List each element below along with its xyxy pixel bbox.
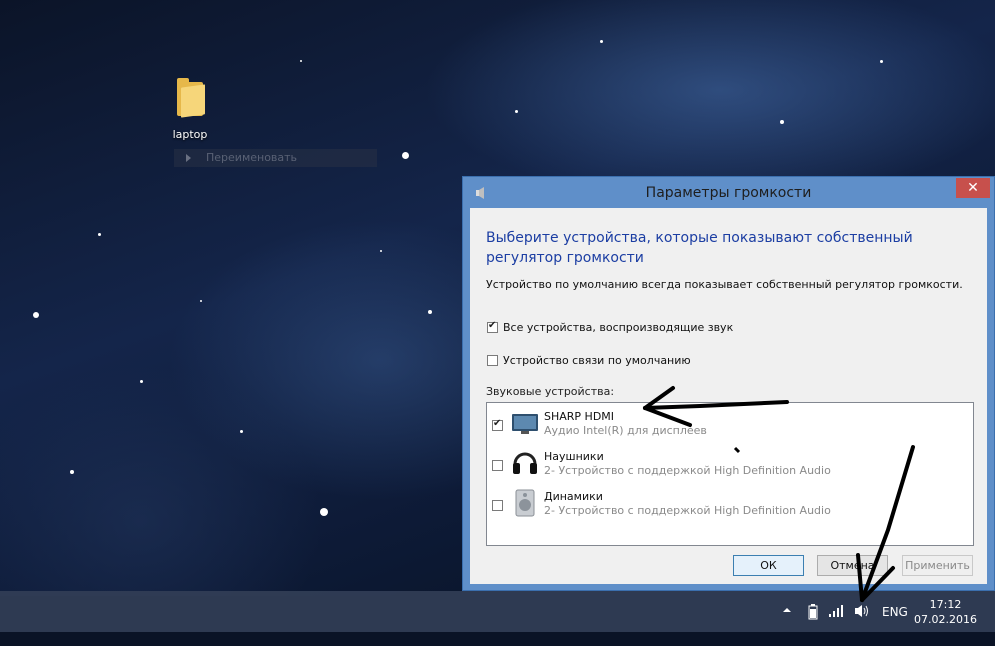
monitor-icon bbox=[512, 414, 538, 434]
language-indicator[interactable]: ENG bbox=[882, 605, 908, 646]
star bbox=[140, 380, 143, 383]
clock-date: 07.02.2016 bbox=[914, 613, 977, 626]
dialog-heading: Выберите устройства, которые показывают … bbox=[486, 230, 913, 266]
clock[interactable]: 17:12 07.02.2016 bbox=[914, 597, 977, 627]
tooltip-text: Переименовать bbox=[206, 151, 298, 164]
caret-right-icon bbox=[186, 154, 191, 162]
star bbox=[515, 110, 518, 113]
list-item-headphones[interactable]: Наушники 2- Устройство с поддержкой High… bbox=[487, 445, 973, 485]
ok-button[interactable]: ОК bbox=[733, 555, 804, 576]
device-name: Наушники bbox=[544, 450, 604, 463]
all-devices-label[interactable]: Все устройства, воспроизводящие звук bbox=[503, 321, 733, 334]
device-checkbox[interactable] bbox=[492, 460, 503, 471]
title-bar[interactable]: Параметры громкости ✕ bbox=[463, 177, 994, 209]
star bbox=[70, 470, 74, 474]
star bbox=[98, 233, 101, 236]
devices-section-label: Звуковые устройства: bbox=[486, 385, 615, 398]
star bbox=[300, 60, 302, 62]
apply-button[interactable]: Применить bbox=[902, 555, 973, 576]
default-comm-label[interactable]: Устройство связи по умолчанию bbox=[503, 354, 691, 367]
audio-devices-list[interactable]: SHARP HDMI Аудио Intel(R) для дисплеев Н… bbox=[486, 402, 974, 546]
volume-icon[interactable] bbox=[854, 604, 870, 618]
desktop-folder-laptop[interactable]: laptop bbox=[160, 78, 220, 141]
star bbox=[380, 250, 382, 252]
window-title: Параметры громкости bbox=[645, 185, 812, 201]
close-button[interactable]: ✕ bbox=[956, 178, 990, 198]
folder-icon bbox=[175, 78, 205, 118]
star bbox=[33, 312, 39, 318]
device-name: SHARP HDMI bbox=[544, 410, 615, 423]
desktop-icon-label: laptop bbox=[172, 128, 208, 141]
headphones-icon bbox=[513, 452, 537, 474]
dialog-body: Выберите устройства, которые показывают … bbox=[470, 208, 987, 584]
taskbar: ENG 17:12 07.02.2016 bbox=[0, 591, 995, 632]
device-checkbox[interactable] bbox=[492, 418, 503, 431]
star bbox=[600, 40, 603, 43]
list-item-sharp-hdmi[interactable]: SHARP HDMI Аудио Intel(R) для дисплеев bbox=[487, 405, 973, 445]
list-item-speakers[interactable]: Динамики 2- Устройство с поддержкой High… bbox=[487, 485, 973, 525]
signal-icon[interactable] bbox=[829, 605, 843, 619]
device-checkbox[interactable] bbox=[492, 500, 503, 511]
device-name: Динамики bbox=[544, 490, 603, 503]
star bbox=[240, 430, 243, 433]
all-devices-checkbox[interactable] bbox=[487, 320, 498, 333]
volume-settings-window: Параметры громкости ✕ Выберите устройств… bbox=[462, 176, 995, 591]
star bbox=[320, 508, 328, 516]
battery-icon[interactable] bbox=[806, 604, 820, 620]
star bbox=[428, 310, 432, 314]
star bbox=[402, 152, 409, 159]
clock-time: 17:12 bbox=[929, 598, 962, 611]
star bbox=[200, 300, 202, 302]
device-description: Аудио Intel(R) для дисплеев bbox=[544, 424, 707, 437]
star bbox=[880, 60, 883, 63]
chevron-up-icon[interactable] bbox=[782, 604, 792, 618]
device-description: 2- Устройство с поддержкой High Definiti… bbox=[544, 504, 831, 517]
rename-tooltip: Переименовать bbox=[174, 149, 377, 167]
device-description: 2- Устройство с поддержкой High Definiti… bbox=[544, 464, 831, 477]
star bbox=[780, 120, 784, 124]
speaker-icon bbox=[515, 489, 535, 517]
default-comm-checkbox[interactable] bbox=[487, 355, 498, 366]
cancel-button[interactable]: Отмена bbox=[817, 555, 888, 576]
dialog-description: Устройство по умолчанию всегда показывае… bbox=[486, 278, 963, 291]
